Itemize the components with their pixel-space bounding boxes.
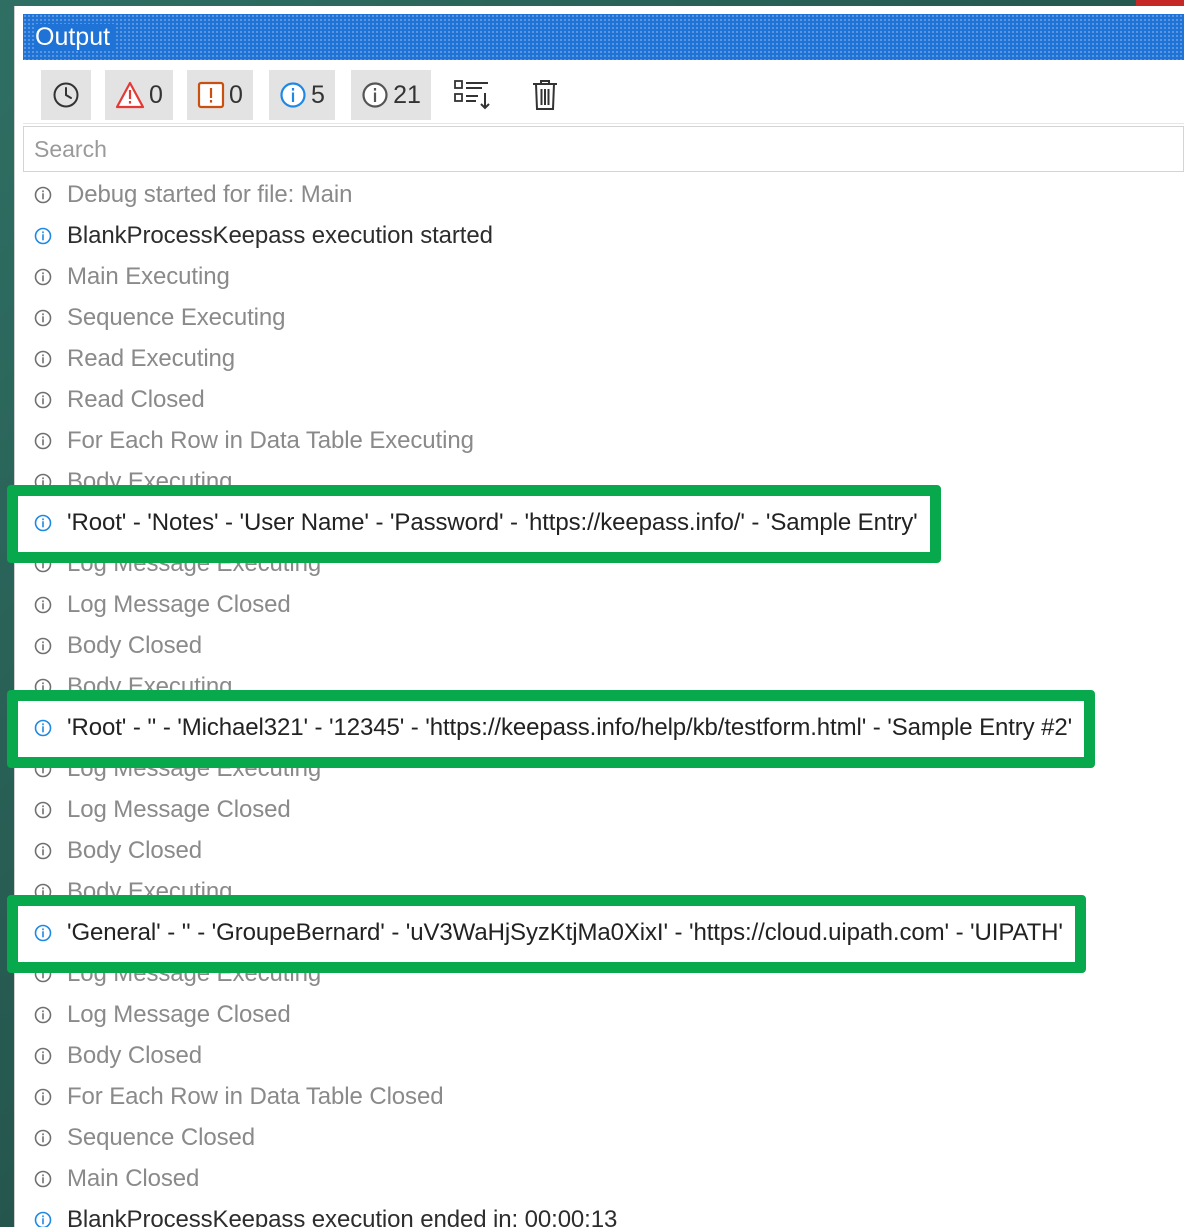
highlight-frame xyxy=(7,690,1096,768)
log-entry-text: Body Closed xyxy=(67,1041,202,1069)
trace-icon xyxy=(34,391,52,408)
log-entry-text: Sequence Executing xyxy=(67,303,286,331)
trace-icon xyxy=(34,1170,52,1187)
output-toolbar: 0 0 5 21 xyxy=(23,62,1184,124)
info-icon xyxy=(280,82,306,108)
panel-title: Output xyxy=(35,24,117,50)
log-entry-text: Read Executing xyxy=(67,344,236,372)
log-entry[interactable]: BlankProcessKeepass execution ended in: … xyxy=(33,1199,617,1227)
trace-icon xyxy=(34,842,52,859)
log-entry-text: BlankProcessKeepass execution started xyxy=(67,221,493,249)
trace-icon xyxy=(34,186,52,203)
auto-scroll-button[interactable] xyxy=(447,70,497,120)
trace-icon xyxy=(34,1006,52,1023)
trace-icon xyxy=(34,350,52,367)
log-entry[interactable]: For Each Row in Data Table Closed xyxy=(33,1076,444,1117)
errors-filter-button[interactable]: 0 xyxy=(105,70,173,120)
search-input[interactable] xyxy=(24,127,1183,171)
log-entry-text: Log Message Closed xyxy=(67,590,291,618)
log-entry-text: For Each Row in Data Table Executing xyxy=(67,426,474,454)
log-entry[interactable]: BlankProcessKeepass execution started xyxy=(33,215,493,256)
log-entry[interactable]: Body Closed xyxy=(33,830,202,871)
log-entry-text: Log Message Closed xyxy=(67,795,291,823)
trace-icon xyxy=(34,309,52,326)
log-entry[interactable]: Log Message Closed xyxy=(33,584,291,625)
log-entry[interactable]: Log Message Closed xyxy=(33,789,291,830)
info-icon xyxy=(34,227,52,244)
trace-icon xyxy=(34,801,52,818)
log-entry-text: Body Closed xyxy=(67,836,202,864)
trace-icon xyxy=(34,432,52,449)
info-icon xyxy=(34,1211,52,1227)
trace-icon xyxy=(34,268,52,285)
timestamps-toggle-button[interactable] xyxy=(41,70,91,120)
highlight-frame xyxy=(7,485,941,563)
log-entry[interactable]: Read Closed xyxy=(33,379,205,420)
trace-icon xyxy=(34,1047,52,1064)
auto-scroll-list-icon xyxy=(454,80,490,110)
info-count: 5 xyxy=(311,80,325,109)
clock-icon xyxy=(53,82,79,108)
trace-count: 21 xyxy=(393,80,421,109)
log-entry[interactable]: Body Closed xyxy=(33,625,202,666)
log-entry[interactable]: Main Executing xyxy=(33,256,230,297)
log-entry[interactable]: Log Message Closed xyxy=(33,994,291,1035)
clear-output-button[interactable] xyxy=(523,70,567,120)
log-entry[interactable]: For Each Row in Data Table Executing xyxy=(33,420,474,461)
log-entry-text: Sequence Closed xyxy=(67,1123,255,1151)
log-entry[interactable]: Main Closed xyxy=(33,1158,199,1199)
trace-icon xyxy=(34,1129,52,1146)
log-entry-text: Body Closed xyxy=(67,631,202,659)
trash-icon xyxy=(533,80,557,110)
trace-icon xyxy=(34,596,52,613)
log-entry[interactable]: Sequence Executing xyxy=(33,297,285,338)
highlight-frame xyxy=(7,895,1086,973)
output-title-bar[interactable]: Output xyxy=(23,14,1184,60)
trace-icon xyxy=(362,82,388,108)
log-entry[interactable]: Debug started for file: Main xyxy=(33,174,352,215)
warnings-count: 0 xyxy=(229,80,243,109)
info-filter-button[interactable]: 5 xyxy=(269,70,335,120)
trace-icon xyxy=(34,1088,52,1105)
trace-icon xyxy=(34,637,52,654)
log-entry-text: Main Executing xyxy=(67,262,230,290)
trace-filter-button[interactable]: 21 xyxy=(351,70,431,120)
log-entry-text: Main Closed xyxy=(67,1164,200,1192)
warning-icon xyxy=(197,81,225,109)
warnings-filter-button[interactable]: 0 xyxy=(187,70,253,120)
log-entry[interactable]: Sequence Closed xyxy=(33,1117,255,1158)
search-box xyxy=(23,126,1184,172)
log-entry-text: BlankProcessKeepass execution ended in: … xyxy=(67,1205,618,1227)
log-entry-text: Debug started for file: Main xyxy=(67,180,353,208)
error-triangle-icon xyxy=(115,81,145,109)
log-entry[interactable]: Read Executing xyxy=(33,338,235,379)
log-entry[interactable]: Body Closed xyxy=(33,1035,202,1076)
log-entry-text: Log Message Closed xyxy=(67,1000,291,1028)
errors-count: 0 xyxy=(149,80,163,109)
log-entry-text: For Each Row in Data Table Closed xyxy=(67,1082,444,1110)
log-entry-text: Read Closed xyxy=(67,385,205,413)
output-panel: Output 0 0 5 21 Search Debug started for… xyxy=(7,6,1184,1227)
